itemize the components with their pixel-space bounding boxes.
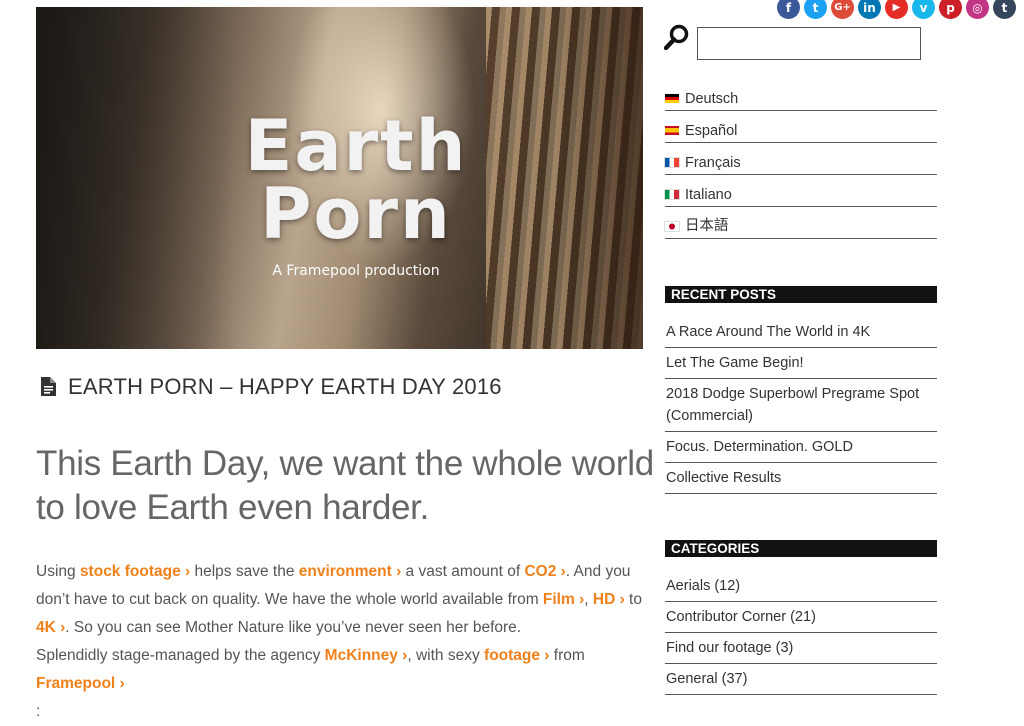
youtube-icon[interactable]: ▶ [885, 0, 908, 19]
language-item-de[interactable]: Deutsch [665, 79, 937, 111]
body-text: , with sexy [407, 647, 485, 664]
body-text: from [549, 647, 585, 664]
language-item-it[interactable]: Italiano [664, 175, 937, 207]
body-text: Splendidly stage-managed by the agency [36, 647, 325, 664]
french-flag-icon [664, 157, 680, 168]
hero-rock [556, 7, 643, 349]
google-plus-icon[interactable]: G+ [831, 0, 854, 19]
body-text: : [36, 703, 41, 720]
mckinney-link[interactable]: McKinney › [325, 647, 408, 664]
language-label: Deutsch [685, 91, 739, 107]
film-link[interactable]: Film › [543, 591, 584, 608]
footage-link[interactable]: footage › [484, 647, 549, 664]
recent-post-link[interactable]: Focus. Determination. GOLD [665, 432, 937, 463]
language-label: 日本語 [685, 218, 729, 234]
instagram-icon[interactable]: ◎ [966, 0, 989, 19]
recent-post-link[interactable]: Collective Results [665, 463, 937, 494]
hero-image[interactable]: Earth Porn A Framepool production [36, 7, 643, 349]
logo-line-1: Earth [244, 105, 468, 187]
search-input[interactable] [697, 27, 921, 60]
language-label: Español [685, 123, 738, 139]
recent-post-link[interactable]: 2018 Dodge Superbowl Pregrame Spot (Comm… [665, 379, 937, 432]
body-text: Using [36, 563, 80, 580]
categories-list: Aerials (12) Contributor Corner (21) Fin… [665, 571, 937, 695]
language-label: Français [685, 155, 741, 171]
categories-title: CATEGORIES [665, 540, 937, 557]
language-list: Deutsch Español Français Italiano 日本語 [664, 79, 937, 239]
category-link[interactable]: Find our footage (3) [665, 633, 937, 664]
hd-link[interactable]: HD › [593, 591, 625, 608]
hero-shadow [36, 7, 236, 349]
italian-flag-icon [664, 189, 680, 200]
hero-tagline: A Framepool production [272, 263, 440, 279]
recent-posts-title: RECENT POSTS [665, 286, 937, 303]
document-icon [40, 376, 56, 402]
body-text: helps save the [190, 563, 299, 580]
body-text: a vast amount of [401, 563, 525, 580]
post-body: Using stock footage › helps save the env… [36, 558, 646, 726]
stock-footage-link[interactable]: stock footage › [80, 563, 190, 580]
recent-posts-list: A Race Around The World in 4K Let The Ga… [665, 317, 937, 494]
logo-line-2: Porn [260, 173, 452, 255]
search-icon[interactable] [663, 24, 690, 55]
co2-link[interactable]: CO2 › [524, 563, 565, 580]
twitter-icon[interactable]: t [804, 0, 827, 19]
german-flag-icon [665, 94, 679, 103]
social-links: f t G+ in ▶ v p ◎ t [777, 0, 1016, 20]
category-link[interactable]: Aerials (12) [665, 571, 937, 602]
4k-link[interactable]: 4K › [36, 619, 65, 636]
language-item-es[interactable]: Español [665, 111, 937, 143]
body-text: to [624, 591, 642, 608]
facebook-icon[interactable]: f [777, 0, 800, 19]
environment-link[interactable]: environment › [299, 563, 401, 580]
spanish-flag-icon [665, 126, 679, 135]
language-item-fr[interactable]: Français [664, 143, 937, 175]
post-title: EARTH PORN – HAPPY EARTH DAY 2016 [40, 374, 502, 402]
framepool-link[interactable]: Framepool › [36, 675, 125, 692]
post-title-text: EARTH PORN – HAPPY EARTH DAY 2016 [68, 374, 502, 399]
category-link[interactable]: General (37) [665, 664, 937, 695]
tumblr-icon[interactable]: t [993, 0, 1016, 19]
body-text: , [584, 591, 593, 608]
recent-post-link[interactable]: A Race Around The World in 4K [665, 317, 937, 348]
category-link[interactable]: Contributor Corner (21) [665, 602, 937, 633]
language-label: Italiano [685, 187, 732, 203]
linkedin-icon[interactable]: in [858, 0, 881, 19]
recent-post-link[interactable]: Let The Game Begin! [665, 348, 937, 379]
pinterest-icon[interactable]: p [939, 0, 962, 19]
language-item-jp[interactable]: 日本語 [664, 207, 937, 239]
earth-porn-logo: Earth Porn [226, 105, 486, 255]
post-headline: This Earth Day, we want the whole world … [36, 444, 654, 527]
japanese-flag-icon [664, 221, 680, 232]
body-text: . So you can see Mother Nature like you’… [65, 619, 522, 636]
vimeo-icon[interactable]: v [912, 0, 935, 19]
